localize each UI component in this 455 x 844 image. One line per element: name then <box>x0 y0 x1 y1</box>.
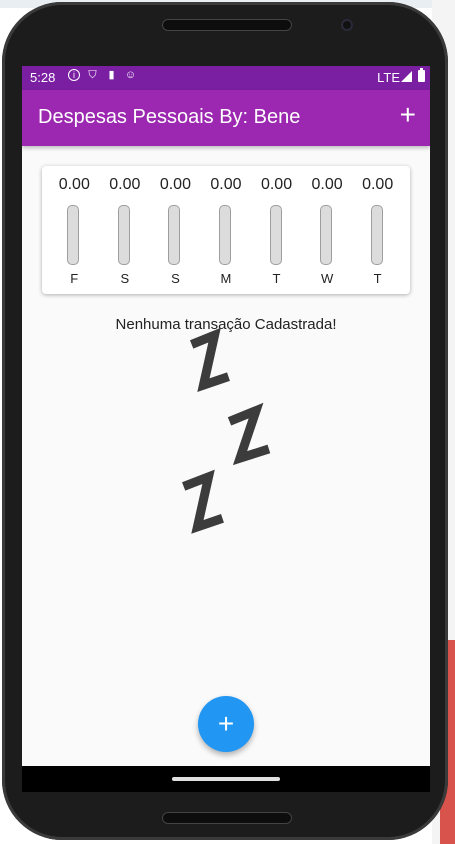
home-gesture-bar[interactable] <box>172 777 280 781</box>
phone-frame: 5:28 i ⛉ ▮ ☺ LTE Despesas Pessoais By: B… <box>2 2 448 840</box>
navigation-bar <box>22 766 430 792</box>
app-screen: 5:28 i ⛉ ▮ ☺ LTE Despesas Pessoais By: B… <box>22 66 430 792</box>
top-speaker <box>162 19 292 31</box>
bottom-speaker <box>162 812 292 824</box>
zzz-sleep-image <box>182 327 271 534</box>
front-camera <box>341 19 353 31</box>
add-floating-button[interactable]: + <box>198 696 254 752</box>
